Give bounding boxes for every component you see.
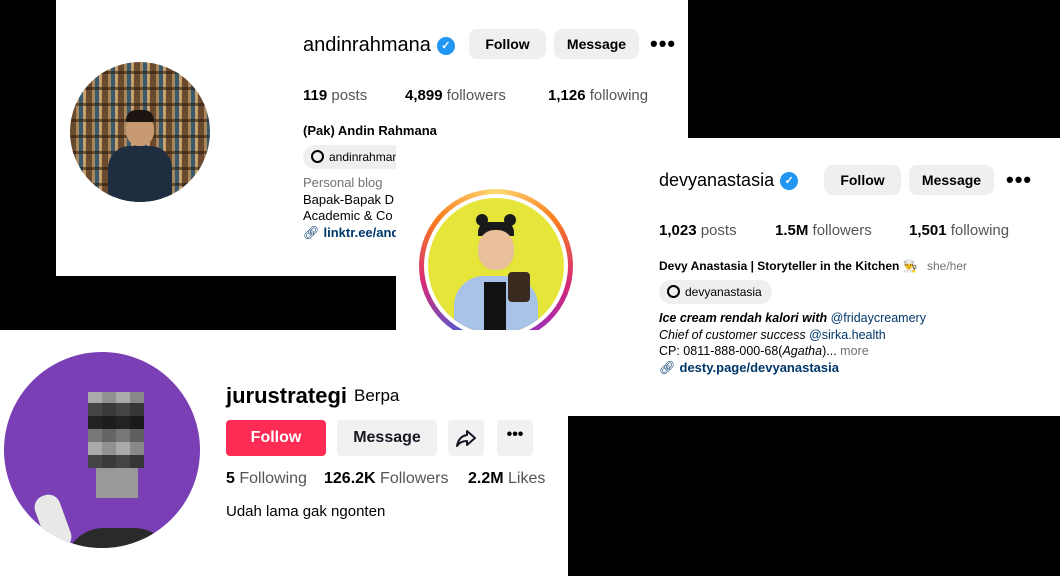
message-button[interactable]: Message: [337, 420, 437, 456]
following-stat[interactable]: 1,501 following: [909, 222, 1009, 239]
more-link[interactable]: more: [840, 344, 868, 358]
more-options-icon[interactable]: •••: [1006, 169, 1032, 191]
followers-stat[interactable]: 4,899 followers: [405, 87, 506, 104]
posts-stat: 119 posts: [303, 87, 368, 104]
username: devyanastasia: [659, 170, 775, 190]
followers-stat[interactable]: 1.5M followers: [775, 222, 872, 239]
profile-avatar[interactable]: [70, 62, 210, 202]
bio-line: Chief of customer success @sirka.health: [659, 328, 886, 342]
mention-link[interactable]: @fridaycreamery: [831, 311, 926, 325]
profile-avatar[interactable]: [4, 352, 200, 548]
threads-badge[interactable]: devyanastasia: [659, 280, 772, 304]
share-icon: [456, 430, 476, 447]
profile-link[interactable]: 🔗︎ linktr.ee/and: [303, 225, 399, 241]
threads-handle: andinrahman: [329, 150, 400, 164]
category-label: Personal blog: [303, 175, 383, 190]
more-options-icon[interactable]: •••: [650, 33, 676, 55]
mention-link[interactable]: @sirka.health: [809, 328, 886, 342]
username: jurustrategi: [226, 383, 348, 408]
message-button[interactable]: Message: [554, 29, 639, 59]
display-name: Berpa: [354, 386, 400, 405]
profile-link[interactable]: 🔗︎ desty.page/devyanastasia: [659, 360, 839, 376]
display-name: (Pak) Andin Rahmana: [303, 123, 437, 138]
share-button[interactable]: [448, 420, 484, 456]
threads-icon: [311, 150, 324, 163]
chef-emoji-icon: 👨‍🍳: [902, 259, 918, 273]
display-name: Devy Anastasia | Storyteller in the Kitc…: [659, 259, 900, 273]
bio-text: Udah lama gak ngonten: [226, 503, 386, 520]
bio-line: Ice cream rendah kalori with @fridaycrea…: [659, 311, 926, 325]
verified-badge-icon: ✓: [436, 36, 455, 55]
followers-stat[interactable]: 126.2K Followers: [324, 470, 449, 488]
pronouns-label: she/her: [926, 259, 967, 273]
likes-stat: 2.2M Likes: [468, 470, 546, 487]
threads-badge[interactable]: andinrahman: [303, 145, 410, 169]
message-button[interactable]: Message: [909, 165, 994, 195]
more-options-icon[interactable]: •••: [497, 420, 533, 456]
verified-badge-icon: ✓: [780, 172, 799, 191]
username: andinrahmana: [303, 34, 431, 56]
threads-handle: devyanastasia: [685, 285, 762, 299]
follow-button[interactable]: Follow: [824, 165, 901, 195]
follow-button[interactable]: Follow: [469, 29, 546, 59]
bio-line: Bapak-Bapak D: [303, 192, 395, 207]
link-icon: 🔗︎: [659, 360, 676, 375]
link-icon: 🔗︎: [303, 225, 320, 240]
posts-stat: 1,023 posts: [659, 222, 737, 239]
bio-line: Academic & Co: [303, 208, 393, 223]
jurustrategi-profile-card: jurustrategi Berpa Follow Message ••• 5 …: [0, 330, 568, 576]
bio-line: CP: 0811-888-000-68(Agatha)... more: [659, 344, 869, 358]
following-stat[interactable]: 5 Following: [226, 470, 307, 488]
story-ring-avatar[interactable]: [419, 189, 573, 343]
threads-icon: [667, 285, 680, 298]
follow-button[interactable]: Follow: [226, 420, 326, 456]
following-stat[interactable]: 1,126 following: [548, 87, 648, 104]
